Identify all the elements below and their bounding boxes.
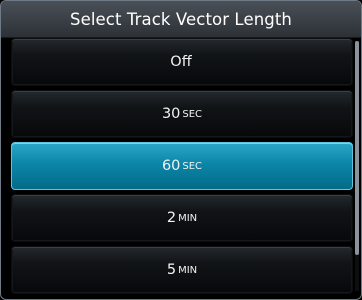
option-off-button[interactable]: Off — [11, 38, 353, 86]
option-60-sec-button[interactable]: 60 SEC — [11, 142, 353, 190]
option-value: 60 — [161, 158, 181, 174]
option-unit: MIN — [178, 264, 198, 276]
options-list: Off 30 SEC 60 SEC 2 MIN 5 MIN — [11, 38, 353, 299]
option-unit: SEC — [182, 160, 203, 172]
scrollbar-thumb[interactable] — [355, 41, 359, 255]
scrollbar[interactable] — [355, 41, 359, 291]
track-vector-length-dialog: Select Track Vector Length Off 30 SEC 60… — [0, 0, 362, 300]
dialog-title: Select Track Vector Length — [70, 9, 292, 29]
option-unit: SEC — [182, 108, 203, 120]
option-2-min-button[interactable]: 2 MIN — [11, 194, 353, 242]
option-5-min-button[interactable]: 5 MIN — [11, 246, 353, 294]
option-30-sec-button[interactable]: 30 SEC — [11, 90, 353, 138]
option-value: Off — [170, 54, 192, 70]
title-bar: Select Track Vector Length — [1, 1, 361, 38]
option-value: 2 — [166, 210, 177, 226]
option-value: 30 — [161, 106, 181, 122]
option-value: 5 — [166, 262, 177, 278]
option-unit: MIN — [178, 212, 198, 224]
